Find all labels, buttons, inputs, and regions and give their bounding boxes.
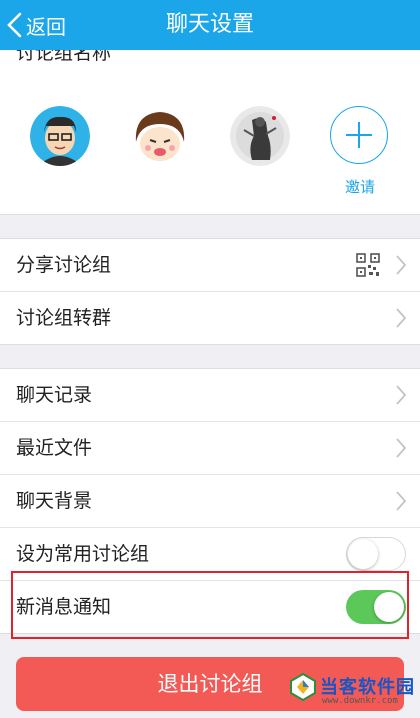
group-name-row[interactable]: 讨论组名称 — [0, 50, 420, 83]
recent-files-item[interactable]: 最近文件 — [0, 422, 420, 475]
chat-history-item[interactable]: 聊天记录 — [0, 369, 420, 422]
chevron-right-icon — [396, 385, 406, 405]
new-message-notify-label: 新消息通知 — [16, 596, 112, 618]
common-group-toggle[interactable] — [346, 537, 406, 571]
common-group-label: 设为常用讨论组 — [16, 543, 150, 565]
watermark: 当客软件园 www.downkr.com — [288, 668, 416, 714]
chevron-right-icon — [396, 255, 406, 275]
share-group-label: 分享讨论组 — [16, 254, 112, 276]
toggle-knob — [374, 592, 404, 622]
member-avatar[interactable] — [130, 106, 190, 166]
invite-button[interactable] — [330, 106, 388, 164]
member-avatar[interactable] — [230, 106, 290, 166]
avatar-ink-figure-icon — [230, 106, 290, 166]
share-group-section: 分享讨论组 讨论组转群 — [0, 238, 420, 345]
qr-code-icon — [356, 253, 380, 277]
group-name-label: 讨论组名称 — [16, 50, 112, 64]
new-message-notify-item: 新消息通知 — [0, 581, 420, 633]
nav-header: 返回 聊天设置 — [0, 0, 420, 50]
chat-settings-section: 聊天记录 最近文件 聊天背景 设为常用讨论组 新消息通知 — [0, 368, 420, 634]
chat-background-item[interactable]: 聊天背景 — [0, 475, 420, 528]
plus-icon — [346, 122, 372, 148]
member-avatar[interactable] — [30, 106, 90, 166]
avatar-cartoon-face-icon — [130, 106, 190, 166]
chevron-right-icon — [396, 491, 406, 511]
common-group-item: 设为常用讨论组 — [0, 528, 420, 581]
avatar-boy-glasses-icon — [30, 106, 90, 166]
recent-files-label: 最近文件 — [16, 437, 93, 459]
chat-history-label: 聊天记录 — [16, 384, 93, 406]
page-title: 聊天设置 — [165, 12, 254, 37]
toggle-knob — [348, 539, 378, 569]
chat-background-label: 聊天背景 — [16, 490, 93, 512]
convert-to-group-label: 讨论组转群 — [16, 307, 112, 329]
new-message-notify-toggle[interactable] — [346, 590, 406, 624]
convert-to-group-item[interactable]: 讨论组转群 — [0, 292, 420, 344]
invite-label: 邀请 — [344, 178, 375, 196]
brand-logo-icon — [290, 672, 316, 702]
chevron-right-icon — [396, 308, 406, 328]
member-list: 邀请 — [0, 82, 420, 215]
watermark-url: www.downkr.com — [322, 696, 398, 706]
share-group-item[interactable]: 分享讨论组 — [0, 239, 420, 292]
chevron-right-icon — [396, 438, 406, 458]
